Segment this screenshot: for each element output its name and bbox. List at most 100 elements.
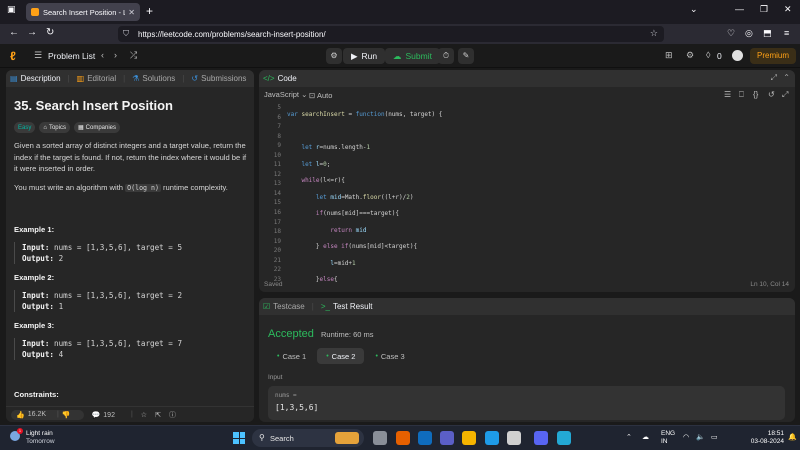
share-icon[interactable]: ⇱ — [155, 411, 161, 419]
vscode-icon[interactable] — [557, 431, 571, 445]
teams-icon[interactable] — [440, 431, 454, 445]
file-explorer-icon[interactable] — [462, 431, 476, 445]
leetcode-logo-icon[interactable]: ℓ — [10, 49, 22, 63]
maximize-icon[interactable]: ❐ — [760, 4, 768, 15]
wifi-icon[interactable]: ◠ — [683, 433, 689, 441]
timer-icon[interactable]: ⏱ — [438, 48, 454, 64]
dropbox-icon[interactable] — [418, 431, 432, 445]
variable-name: nums = — [275, 392, 297, 399]
output-label: Output: — [22, 302, 55, 311]
example-2-output: 1 — [58, 302, 64, 311]
editor-status-bar: Saved Ln 10, Col 14 — [259, 278, 795, 292]
language-select[interactable]: JavaScript ⌄ — [264, 91, 307, 99]
windows-taskbar: 1 Light rain Tomorrow ⚲ Search ⌃ ☁ ENG I… — [0, 425, 800, 450]
cloud-upload-icon: ☁ — [393, 50, 402, 61]
line-number: 18 — [273, 228, 281, 236]
reload-icon[interactable]: ↻ — [46, 27, 54, 38]
cloud-icon[interactable]: ☁ — [642, 433, 649, 441]
debug-button[interactable]: ⚙ — [326, 48, 342, 64]
settings-gear-icon[interactable]: ⚙ — [686, 50, 694, 61]
tab-solutions[interactable]: ⚗ Solutions — [132, 74, 175, 83]
note-icon[interactable]: ✎ — [458, 48, 474, 64]
problem-list-link[interactable]: Problem List — [48, 51, 95, 61]
line-number: 8 — [277, 132, 281, 140]
streak-fire-icon[interactable]: ◊ — [706, 50, 710, 60]
prev-problem-icon[interactable]: ‹ — [101, 50, 104, 60]
start-windows-icon[interactable] — [233, 432, 245, 444]
example-3-body: Input: nums = [1,3,5,6], target = 7 Outp… — [14, 338, 248, 360]
shuffle-icon[interactable]: ⤮ — [130, 50, 137, 61]
edge-icon[interactable] — [485, 431, 499, 445]
forward-icon[interactable]: → — [27, 27, 37, 38]
favorite-star-icon[interactable]: ☆ — [141, 411, 147, 419]
weather-widget[interactable]: Light rain Tomorrow — [26, 430, 55, 446]
close-window-icon[interactable]: ✕ — [784, 4, 792, 15]
tab-code[interactable]: </> Code — [263, 74, 297, 83]
address-bar[interactable]: ⛉ https://leetcode.com/problems/search-i… — [118, 26, 664, 42]
pocket-icon[interactable]: ♡ — [727, 28, 735, 39]
system-clock[interactable]: 18:51 03-08-2024 — [744, 430, 784, 446]
collapse-icon[interactable]: ⌃ — [783, 73, 790, 82]
code-line: if(nums[mid]===target){ — [315, 210, 399, 218]
code-editor[interactable]: 5 6 7 8 9 10 11 12 13 14 15 16 17 18 19 20 21 22 23 var se… — [259, 103, 795, 283]
language-indicator[interactable]: ENG IN — [661, 430, 675, 446]
tab-description[interactable]: ▤ Description — [10, 74, 61, 83]
menu-icon[interactable]: ≡ — [784, 28, 789, 38]
page-title[interactable]: 35. Search Insert Position — [14, 98, 248, 113]
tab-editorial[interactable]: ▥ Editorial — [77, 74, 116, 83]
tab-test-result[interactable]: >_ Test Result — [321, 302, 373, 311]
problem-statement: Given a sorted array of distinct integer… — [14, 141, 247, 173]
expand-icon[interactable]: ⤢ — [771, 73, 777, 83]
auto-toggle[interactable]: ⊡ Auto — [309, 91, 332, 100]
browser-tab-active[interactable]: Search Insert Position - LeetCode ✕ — [26, 3, 140, 21]
like-button[interactable]: 👍 16.2K | 👎 — [11, 409, 84, 420]
battery-icon[interactable]: ▭ — [711, 433, 718, 441]
back-icon[interactable]: ← — [9, 27, 19, 38]
account-icon[interactable]: ◎ — [745, 28, 753, 39]
example-3-output: 4 — [58, 350, 64, 359]
tab-list-icon[interactable]: ⌄ — [690, 4, 698, 15]
discord-icon[interactable] — [534, 431, 548, 445]
firefox-icon[interactable] — [396, 431, 410, 445]
tab-testcase[interactable]: ☑ Testcase — [263, 302, 305, 311]
braces-icon[interactable]: {} — [753, 90, 758, 99]
companies-chip[interactable]: ▦ Companies — [73, 122, 121, 133]
new-tab-icon[interactable]: + — [146, 4, 153, 18]
comment-button[interactable]: 💬 192 — [92, 411, 123, 419]
complexity-code: O(log n) — [125, 183, 161, 192]
run-button[interactable]: ▶ Run — [343, 48, 386, 64]
example-2-body: Input: nums = [1,3,5,6], target = 2 Outp… — [14, 290, 248, 312]
taskbar-search[interactable]: ⚲ Search — [252, 429, 364, 447]
notification-bell-icon[interactable]: 🔔 — [788, 433, 797, 441]
tray-chevron-up-icon[interactable]: ⌃ — [626, 433, 632, 441]
code-line: while(l<=r){ — [301, 177, 345, 185]
case-tab-1[interactable]: • Case 1 — [268, 348, 315, 364]
avatar[interactable] — [732, 50, 743, 61]
task-view-icon[interactable] — [373, 431, 387, 445]
extensions-icon[interactable]: ⬒ — [763, 28, 772, 39]
building-icon: ▦ — [77, 125, 84, 131]
topics-chip[interactable]: ⌂ Topics — [39, 122, 70, 133]
case-tab-2[interactable]: • Case 2 — [317, 348, 365, 364]
next-problem-icon[interactable]: › — [114, 50, 117, 60]
thumbs-down-icon[interactable]: 👎 — [62, 411, 71, 419]
reset-icon[interactable]: ↺ — [768, 90, 775, 99]
close-tab-icon[interactable]: ✕ — [128, 8, 135, 17]
minimize-icon[interactable]: — — [735, 4, 744, 14]
store-icon[interactable] — [507, 431, 521, 445]
example-3-title: Example 3: — [14, 321, 55, 330]
submit-label: Submit — [405, 51, 432, 61]
submit-button[interactable]: ☁ Submit — [385, 48, 440, 64]
case-tab-3[interactable]: • Case 3 — [366, 348, 413, 364]
volume-icon[interactable]: 🔈 — [696, 433, 705, 441]
tab-overview-icon[interactable]: ▣ — [7, 4, 16, 15]
bookmark-icon[interactable]: ⎕ — [739, 90, 744, 100]
tab-submissions[interactable]: ↺ Submissions — [191, 74, 246, 83]
help-icon[interactable]: ⓘ — [169, 410, 176, 420]
premium-button[interactable]: Premium — [750, 48, 797, 64]
layout-icon[interactable]: ⊞ — [665, 50, 673, 61]
line-number: 7 — [277, 123, 281, 131]
bookmark-star-icon[interactable]: ☆ — [650, 28, 658, 39]
fullscreen-icon[interactable]: ⤢ — [782, 90, 788, 100]
format-icon[interactable]: ☰ — [724, 90, 731, 99]
